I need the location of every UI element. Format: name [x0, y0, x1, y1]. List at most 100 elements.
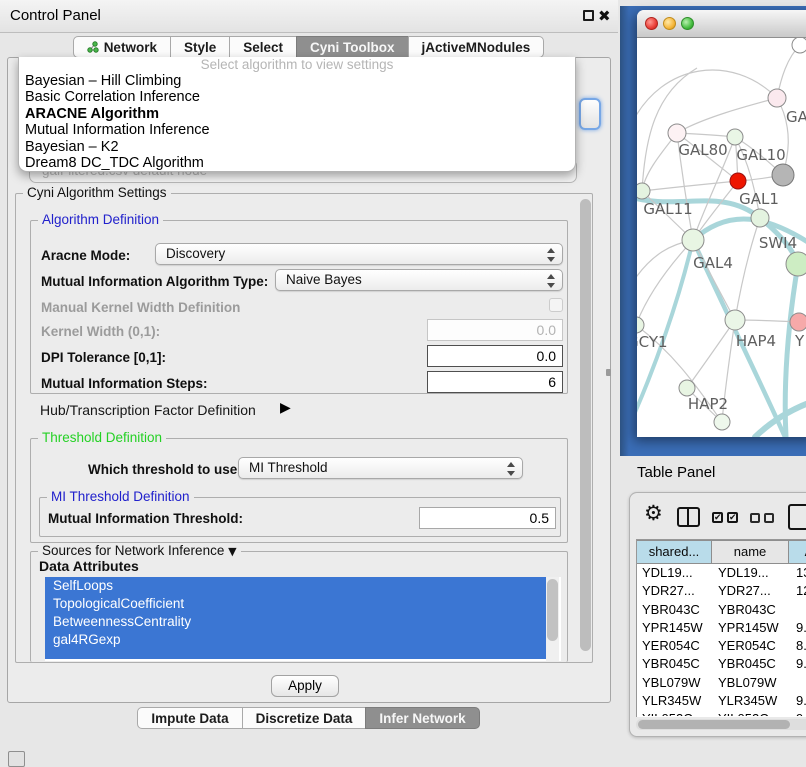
node-unlabeled[interactable] [792, 38, 806, 53]
close-icon[interactable]: ✖ [598, 7, 611, 25]
unchecked-checkbox-icon[interactable] [764, 513, 774, 523]
table-horizontal-scrollbar[interactable] [636, 719, 806, 730]
node-label: GCY1 [637, 333, 668, 351]
table-body[interactable]: YDL19...YDL19...13 YDR27...YDR27...12 YB… [637, 564, 806, 716]
list-item[interactable]: TopologicalCoefficient [45, 595, 546, 613]
tab-infer-network[interactable]: Infer Network [365, 707, 479, 729]
minimize-traffic-light-icon[interactable] [663, 17, 676, 30]
node-gal11[interactable] [637, 183, 650, 199]
algorithm-combobox-arrows[interactable] [579, 98, 601, 130]
table-row[interactable]: YBR045CYBR045C9. [637, 655, 806, 673]
bottom-left-grip-icon[interactable] [8, 751, 25, 767]
node-gal10[interactable] [727, 129, 743, 145]
tab-jactivemnodules[interactable]: jActiveMNodules [408, 36, 545, 58]
settings-scrollbar-thumb[interactable] [580, 199, 591, 651]
mi-type-combobox[interactable]: Naive Bayes [275, 269, 563, 291]
zoom-traffic-light-icon[interactable] [681, 17, 694, 30]
column-header-name[interactable]: name [711, 540, 789, 564]
threshold-definition-group: Threshold Definition Which threshold to … [30, 438, 568, 543]
algorithm-option[interactable]: Mutual Information Inference [19, 122, 575, 138]
node-gal1-red[interactable] [730, 173, 746, 189]
manual-kernel-label: Manual Kernel Width Definition [41, 300, 240, 315]
apply-button[interactable]: Apply [271, 675, 339, 697]
table-scrollbar-thumb[interactable] [638, 720, 790, 729]
node-large-green[interactable] [786, 252, 806, 276]
tab-select[interactable]: Select [229, 36, 297, 58]
tab-discretize-data[interactable]: Discretize Data [242, 707, 367, 729]
manual-kernel-checkbox[interactable] [549, 298, 563, 312]
tab-cyni-toolbox[interactable]: Cyni Toolbox [296, 36, 409, 58]
settings-scrollbar[interactable] [579, 197, 592, 659]
table-row[interactable]: YDR27...YDR27...12 [637, 582, 806, 600]
expand-right-icon[interactable]: ▶ [280, 400, 291, 416]
algorithm-option[interactable]: Bayesian – K2 [19, 139, 575, 155]
aracne-mode-value: Discovery [166, 246, 225, 261]
checked-checkbox-icon[interactable]: ✔ [712, 512, 723, 523]
algorithm-option[interactable]: Basic Correlation Inference [19, 89, 575, 105]
sources-group-label[interactable]: Sources for Network Inference ▼ [38, 543, 241, 558]
table-row[interactable]: YPR145WYPR145W9. [637, 619, 806, 637]
table-row[interactable]: YIL052CYIL052C9 [637, 710, 806, 716]
float-window-icon[interactable] [583, 10, 594, 21]
node-gal80[interactable] [668, 124, 686, 142]
algorithm-dropdown-hint: Select algorithm to view settings [19, 57, 575, 73]
column-layout-icon[interactable] [677, 507, 700, 527]
mi-steps-field[interactable]: 6 [427, 371, 563, 393]
document-icon[interactable] [788, 504, 806, 530]
mi-type-label: Mutual Information Algorithm Type: [41, 274, 268, 289]
aracne-mode-label: Aracne Mode: [41, 248, 130, 263]
table-row[interactable]: YBL079WYBL079W [637, 674, 806, 692]
data-attributes-list[interactable]: SelfLoops TopologicalCoefficient Between… [45, 577, 561, 661]
combo-stepper-icon [547, 274, 555, 288]
close-traffic-light-icon[interactable] [645, 17, 658, 30]
which-threshold-label: Which threshold to use: [88, 462, 242, 477]
combo-stepper-icon [507, 462, 515, 476]
node-gray[interactable] [772, 164, 794, 186]
node-unlabeled-bottom[interactable] [714, 414, 730, 430]
table-panel-window: ⚙ ✔ ✔ shared... name A YDL19...YDL19...1… [629, 492, 806, 737]
list-item[interactable] [45, 649, 546, 659]
node-hap2[interactable] [679, 380, 695, 396]
node-attribute-table[interactable]: shared... name A YDL19...YDL19...13 YDR2… [636, 539, 806, 717]
list-item[interactable]: gal4RGexp [45, 631, 546, 649]
algorithm-option-selected[interactable]: ARACNE Algorithm [19, 106, 575, 122]
network-icon [87, 41, 99, 53]
hub-tf-section-label[interactable]: Hub/Transcription Factor Definition [40, 402, 256, 418]
node-label: HAP2 [688, 395, 728, 413]
node-salmon[interactable] [790, 313, 806, 331]
attributes-scrollbar[interactable] [546, 577, 559, 661]
node-gal4[interactable] [682, 229, 704, 251]
mi-threshold-field[interactable]: 0.5 [419, 507, 556, 529]
list-item[interactable]: BetweennessCentrality [45, 613, 546, 631]
node-swi4[interactable] [751, 209, 769, 227]
kernel-width-label: Kernel Width (0,1): [41, 324, 160, 339]
network-view-window[interactable]: GAL GAL80 GAL10 GAL1 GAL11 SWI4 GAL4 GCY… [637, 10, 806, 437]
gear-icon[interactable]: ⚙ [644, 501, 663, 525]
tab-style[interactable]: Style [170, 36, 230, 58]
attributes-scrollbar-thumb[interactable] [547, 579, 558, 641]
kernel-width-field[interactable]: 0.0 [427, 319, 563, 341]
table-row[interactable]: YLR345WYLR345W9. [637, 692, 806, 710]
tab-discretize-data-label: Discretize Data [256, 708, 353, 729]
column-header-shared-name[interactable]: shared... [636, 540, 712, 564]
aracne-mode-combobox[interactable]: Discovery [155, 243, 563, 265]
node-gal-partial[interactable] [768, 89, 786, 107]
column-header-partial[interactable]: A [788, 540, 806, 564]
table-row[interactable]: YBR043CYBR043C [637, 601, 806, 619]
network-graph-canvas[interactable]: GAL GAL80 GAL10 GAL1 GAL11 SWI4 GAL4 GCY… [637, 38, 806, 437]
tab-impute-data[interactable]: Impute Data [137, 707, 242, 729]
table-row[interactable]: YER054CYER054C8. [637, 637, 806, 655]
algorithm-option[interactable]: Dream8 DC_TDC Algorithm [19, 155, 575, 171]
tab-network[interactable]: Network [73, 36, 171, 58]
dpi-tolerance-field[interactable]: 0.0 [427, 345, 563, 367]
unchecked-checkbox-icon[interactable] [750, 513, 760, 523]
node-label: GAL [786, 108, 806, 126]
table-row[interactable]: YDL19...YDL19...13 [637, 564, 806, 582]
checked-checkbox-icon[interactable]: ✔ [727, 512, 738, 523]
list-item[interactable]: SelfLoops [45, 577, 546, 595]
panel-divider-handle[interactable] [606, 369, 611, 376]
node-hap4[interactable] [725, 310, 745, 330]
which-threshold-combobox[interactable]: MI Threshold [238, 457, 523, 479]
network-window-titlebar[interactable] [637, 10, 806, 38]
algorithm-option[interactable]: Bayesian – Hill Climbing [19, 73, 575, 89]
